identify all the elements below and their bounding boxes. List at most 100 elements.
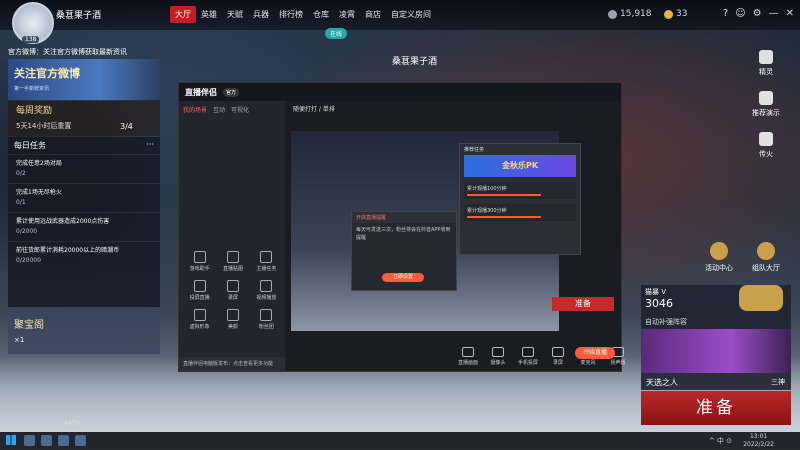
close-icon[interactable]: ✕ [786, 8, 794, 19]
tab-weapons[interactable]: 兵器 [248, 6, 274, 23]
gold-amount: 33 [676, 9, 688, 19]
recommend-item[interactable]: 累计观播100分钟 [464, 182, 576, 199]
task-text: 累计使用远战武器造成2000点伤害 [16, 218, 110, 225]
start-live-button[interactable]: 开始直播 [575, 347, 615, 359]
hero-tier: 三神 [771, 378, 785, 386]
app-logo: 直播伴侣 [185, 87, 217, 97]
stream-app-icon[interactable] [75, 435, 86, 446]
minimize-icon[interactable]: — [769, 8, 779, 19]
reminder-popup: 开启直播提醒 每天可发送三次，粉丝将会在抖音APP收到提醒 立即设置 [351, 211, 457, 291]
activity-icon [710, 242, 728, 260]
news-banner[interactable]: 关注官方微博 第一手新鲜资讯 [8, 59, 160, 101]
weekly-reward[interactable]: 每周奖励 5天14小时后重置 3/4 [8, 100, 160, 136]
tool-record[interactable]: 录屏 [216, 280, 249, 301]
gold-currency[interactable]: 33 [664, 9, 687, 19]
recommend-item[interactable]: 累计观播300分钟 [464, 204, 576, 221]
tab-custom-room[interactable]: 自定义房间 [386, 6, 436, 23]
tab-heroes[interactable]: 英雄 [196, 6, 222, 23]
phone-icon [522, 347, 534, 357]
settings-icon[interactable]: ⚙ [753, 8, 762, 19]
tab-visual[interactable]: 可视化 [231, 105, 249, 114]
social-icon[interactable]: ☺ [735, 8, 745, 19]
silver-currency[interactable]: 15,918 [608, 9, 652, 19]
beauty-icon [226, 309, 239, 321]
news-panel: 官方微博：关注官方微博获取最新资讯 关注官方微博 第一手新鲜资讯 [8, 47, 160, 101]
tool-screen[interactable]: 直播画面 [457, 347, 479, 366]
news-label: 官方微博：关注官方微博获取最新资讯 [8, 48, 127, 56]
tool-sticker[interactable]: 直播贴图 [216, 251, 249, 272]
fans-icon [260, 309, 273, 321]
tool-beauty[interactable]: 美颜 [216, 309, 249, 330]
player-level: 138 [22, 36, 40, 43]
gamepad-icon [193, 251, 206, 263]
recommend-progress [467, 216, 542, 218]
menu-sprite[interactable]: 精灵 [746, 50, 786, 77]
tool-camera[interactable]: 摄像头 [487, 347, 509, 366]
menu-fire[interactable]: 传火 [746, 132, 786, 159]
main-nav: 大厅 英雄 天赋 兵器 排行榜 仓库 凌霄 商店 自定义房间 [170, 6, 436, 23]
tab-lobby[interactable]: 大厅 [170, 6, 196, 23]
live-title[interactable]: 随便打打 / 单排 [287, 101, 621, 116]
news-banner-title: 关注官方微博 [14, 67, 80, 80]
weekly-reward-reset: 5天14小时后重置 [16, 122, 72, 130]
app-sidebar: 我的场景 互动 可视化 游戏助手 直播贴图 主播任务 投屏直播 录屏 视频播放 … [179, 101, 285, 371]
recommend-panel: 推荐任务 金秋乐PK 累计观播100分钟 累计观播300分钟 [459, 143, 581, 255]
tab-lingxiao[interactable]: 凌霄 [334, 6, 360, 23]
flame-icon [759, 132, 773, 146]
popup-setup-button[interactable]: 立即设置 [382, 273, 424, 282]
task-item[interactable]: 完成任意2场对局 0/2 [8, 154, 160, 183]
browser-icon[interactable] [41, 435, 52, 446]
taskbar-clock[interactable]: 13:01 2022/2/22 [743, 433, 774, 449]
right-menu: 精灵 推荐演示 传火 [746, 50, 786, 173]
clock-date: 2022/2/22 [743, 441, 774, 448]
player-card: 猫暴 V 3046 自动补强阵容 天选之人 三神 [641, 285, 791, 390]
game-launcher-icon[interactable] [58, 435, 69, 446]
app-titlebar: 直播伴侣 官方 [179, 83, 621, 101]
windows-taskbar: ^ 中 ⊙ 13:01 2022/2/22 [0, 432, 800, 450]
tool-phone-cast[interactable]: 手机投屏 [517, 347, 539, 366]
task-item[interactable]: 完成1场无尽枪火 0/1 [8, 183, 160, 212]
streaming-app-window: 直播伴侣 官方 我的场景 互动 可视化 游戏助手 直播贴图 主播任务 投屏直播 … [178, 82, 626, 372]
tool-screen-record[interactable]: 录屏 [547, 347, 569, 366]
tool-streamer-task[interactable]: 主播任务 [250, 251, 283, 272]
pk-banner[interactable]: 金秋乐PK [464, 155, 576, 177]
more-icon[interactable]: ··· [146, 140, 154, 151]
tool-avatar[interactable]: 虚拟形象 [183, 309, 216, 330]
activity-center[interactable]: 活动中心 [705, 242, 733, 273]
record-icon [226, 280, 239, 292]
tool-video[interactable]: 视频播放 [250, 280, 283, 301]
task-item[interactable]: 前往货郎累计消耗20000以上的暗潮币 0/20000 [8, 241, 160, 270]
auto-fill-toggle[interactable]: 自动补强阵容 [645, 317, 687, 327]
tool-grid: 游戏助手 直播贴图 主播任务 投屏直播 录屏 视频播放 虚拟形象 美颜 粉丝团 [183, 251, 283, 330]
window-controls: ? ☺ ⚙ — ✕ [723, 8, 794, 19]
ready-button[interactable]: 准备 [641, 391, 791, 425]
app-notice[interactable]: 直播伴侣电脑版发布：点击查看更多功能 [179, 357, 285, 371]
mini-ready-button[interactable]: 准备 [552, 297, 614, 311]
treasure-count: ×1 [14, 336, 25, 344]
task-item[interactable]: 累计使用远战武器造成2000点伤害 0/2000 [8, 212, 160, 241]
tool-game-helper[interactable]: 游戏助手 [183, 251, 216, 272]
task-progress: 0/20000 [16, 257, 41, 264]
tool-fan-group[interactable]: 粉丝团 [250, 309, 283, 330]
file-explorer-icon[interactable] [24, 435, 35, 446]
menu-demo[interactable]: 推荐演示 [746, 91, 786, 118]
tab-my-scenes[interactable]: 我的场景 [183, 105, 207, 114]
tool-cast[interactable]: 投屏直播 [183, 280, 216, 301]
tab-ranking[interactable]: 排行榜 [274, 6, 308, 23]
recommend-progress [467, 194, 542, 196]
tab-talent[interactable]: 天赋 [222, 6, 248, 23]
center-player-name: 桑葚果子酒 [392, 57, 438, 67]
task-text: 前往货郎累计消耗20000以上的暗潮币 [16, 247, 120, 254]
tab-interaction[interactable]: 互动 [213, 105, 225, 114]
hero-portrait[interactable] [641, 329, 791, 373]
system-tray[interactable]: ^ 中 ⊙ [709, 436, 732, 446]
tab-shop[interactable]: 商店 [360, 6, 386, 23]
team-hall[interactable]: 组队大厅 [752, 242, 780, 273]
silver-coin-icon [608, 9, 617, 19]
sticker-icon [226, 251, 239, 263]
help-icon[interactable]: ? [723, 8, 728, 19]
card-player-name: 猫暴 V [645, 288, 667, 296]
treasure-pavilion[interactable]: 聚宝阁 ×1 [8, 312, 160, 354]
tab-storage[interactable]: 仓库 [308, 6, 334, 23]
start-icon[interactable] [6, 435, 16, 445]
